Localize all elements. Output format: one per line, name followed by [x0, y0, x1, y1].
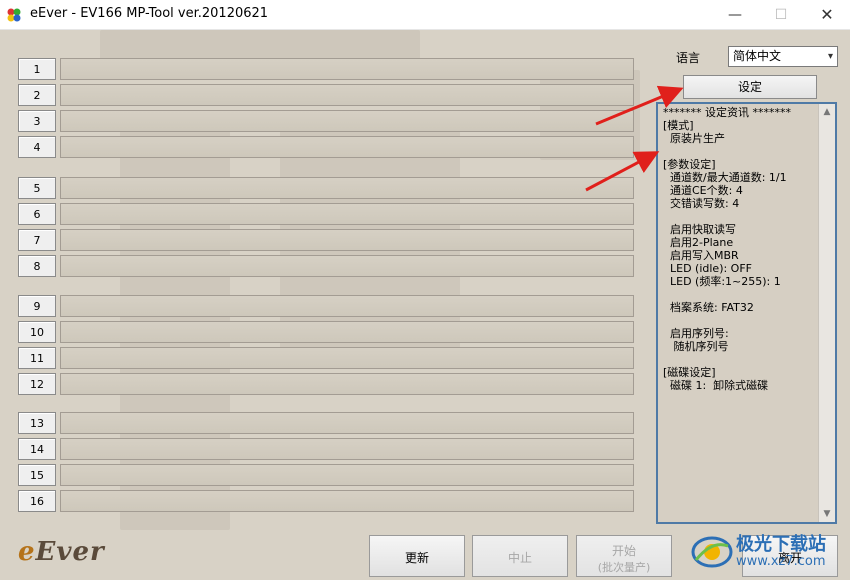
port-status-bar	[60, 255, 634, 277]
port-row: 12	[18, 373, 636, 397]
language-label: 语言	[676, 51, 701, 65]
port-button[interactable]: 10	[18, 321, 56, 343]
port-row: 11	[18, 347, 636, 371]
port-button[interactable]: 14	[18, 438, 56, 460]
info-line: ******* 设定资讯 *******	[663, 106, 791, 119]
settings-button[interactable]: 设定	[683, 75, 817, 99]
port-button[interactable]: 9	[18, 295, 56, 317]
port-status-bar	[60, 58, 634, 80]
info-line: 启用2-Plane	[663, 236, 734, 249]
info-line	[663, 145, 818, 158]
port-row: 1	[18, 58, 636, 82]
port-status-bar	[60, 136, 634, 158]
port-row: 14	[18, 438, 636, 462]
port-status-bar	[60, 464, 634, 486]
watermark-title: 极光下载站	[736, 534, 826, 555]
info-line: LED (idle): OFF	[663, 262, 752, 275]
info-line	[663, 210, 818, 223]
port-button[interactable]: 1	[18, 58, 56, 80]
port-button[interactable]: 8	[18, 255, 56, 277]
port-status-bar	[60, 295, 634, 317]
title-bar: eEver - EV166 MP-Tool ver.20120621 — ☐ ✕	[0, 0, 850, 30]
port-status-bar	[60, 177, 634, 199]
port-button[interactable]: 4	[18, 136, 56, 158]
settings-info-panel: ******* 设定资讯 ******* [模式] 原装片生产 [参数设定] 通道数…	[656, 102, 837, 524]
info-line: 档案系统: FAT32	[663, 301, 754, 314]
port-row: 7	[18, 229, 636, 253]
watermark-logo-icon	[691, 536, 733, 568]
port-button[interactable]: 15	[18, 464, 56, 486]
language-select[interactable]: 简体中文 ▾	[728, 46, 838, 67]
port-button[interactable]: 13	[18, 412, 56, 434]
port-status-bar	[60, 347, 634, 369]
port-row: 13	[18, 412, 636, 436]
info-line	[663, 353, 818, 366]
port-button[interactable]: 5	[18, 177, 56, 199]
info-line	[663, 288, 818, 301]
port-button[interactable]: 11	[18, 347, 56, 369]
watermark-url: www.xz7.com	[736, 554, 826, 569]
port-row: 10	[18, 321, 636, 345]
port-row: 2	[18, 84, 636, 108]
port-row: 16	[18, 490, 636, 514]
port-status-bar	[60, 321, 634, 343]
info-line: [磁碟设定]	[663, 366, 716, 379]
info-line: 启用快取读写	[663, 223, 736, 236]
language-value: 简体中文	[733, 49, 782, 63]
port-row: 5	[18, 177, 636, 201]
info-line: 磁碟 1: 卸除式磁碟	[663, 379, 769, 392]
info-line: [参数设定]	[663, 158, 716, 171]
chevron-down-icon: ▾	[827, 51, 833, 62]
port-status-bar	[60, 203, 634, 225]
info-line: 通道CE个数: 4	[663, 184, 743, 197]
port-status-bar	[60, 110, 634, 132]
port-row: 15	[18, 464, 636, 488]
background-ghost	[100, 30, 420, 60]
window-title: eEver - EV166 MP-Tool ver.20120621	[30, 6, 269, 21]
maximize-button[interactable]: ☐	[758, 0, 804, 30]
info-line	[663, 314, 818, 327]
stop-button[interactable]: 中止	[472, 535, 568, 577]
vertical-scrollbar[interactable]: ▲ ▼	[818, 104, 835, 522]
port-row: 4	[18, 136, 636, 160]
start-batch-button[interactable]: 开始 (批次量产)	[576, 535, 672, 577]
port-status-bar	[60, 373, 634, 395]
port-button[interactable]: 6	[18, 203, 56, 225]
info-line: 通道数/最大通道数: 1/1	[663, 171, 787, 184]
settings-info-text: ******* 设定资讯 ******* [模式] 原装片生产 [参数设定] 通道数…	[663, 106, 818, 392]
port-row: 3	[18, 110, 636, 134]
info-line: 启用写入MBR	[663, 249, 739, 262]
info-line: 交错读写数: 4	[663, 197, 740, 210]
info-line: 随机序列号	[663, 340, 729, 353]
info-line: [模式]	[663, 119, 694, 132]
port-button[interactable]: 3	[18, 110, 56, 132]
port-button[interactable]: 16	[18, 490, 56, 512]
port-status-bar	[60, 412, 634, 434]
close-button[interactable]: ✕	[804, 0, 850, 30]
port-status-bar	[60, 84, 634, 106]
site-watermark: 极光下载站 www.xz7.com	[690, 528, 840, 578]
port-status-bar	[60, 490, 634, 512]
minimize-button[interactable]: —	[712, 0, 758, 30]
info-line: LED (频率:1~255): 1	[663, 275, 781, 288]
info-line: 原装片生产	[663, 132, 725, 145]
eever-logo: eEver	[18, 537, 105, 567]
refresh-button[interactable]: 更新	[369, 535, 465, 577]
port-button[interactable]: 12	[18, 373, 56, 395]
app-icon	[7, 8, 21, 22]
port-row: 9	[18, 295, 636, 319]
port-status-bar	[60, 438, 634, 460]
port-button[interactable]: 7	[18, 229, 56, 251]
port-row: 6	[18, 203, 636, 227]
port-button[interactable]: 2	[18, 84, 56, 106]
scroll-up-icon[interactable]: ▲	[819, 107, 835, 117]
scroll-down-icon[interactable]: ▼	[819, 509, 835, 519]
port-row: 8	[18, 255, 636, 279]
info-line: 启用序列号:	[663, 327, 729, 340]
port-status-bar	[60, 229, 634, 251]
